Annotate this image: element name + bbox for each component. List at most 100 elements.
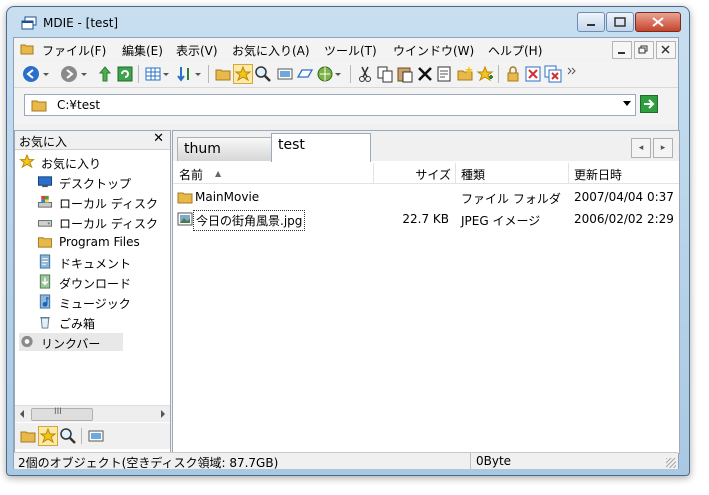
app-windows-icon: [21, 16, 37, 30]
toolbar-overflow-icon[interactable]: [566, 65, 578, 83]
back-icon[interactable]: [22, 65, 40, 83]
tree-item-label: お気に入り: [41, 157, 102, 171]
tree-item-label: ドキュメント: [59, 257, 132, 271]
new-folder-icon[interactable]: [456, 65, 474, 83]
sort-icon[interactable]: [176, 65, 194, 83]
gear-icon: [21, 335, 33, 348]
minimize-icon: [618, 52, 625, 54]
status-bar: 2個のオブジェクト(空きディスク領域: 87.7GB) 0Byte: [14, 452, 678, 470]
add-favorite-icon[interactable]: [476, 65, 494, 83]
menu-help[interactable]: ヘルプ(H): [488, 42, 542, 59]
table-row[interactable]: 今日の街角風景.jpg 22.7 KB JPEG イメージ 2006/02/02…: [173, 209, 679, 231]
folder-icon: [177, 192, 193, 204]
lock-icon[interactable]: [504, 65, 522, 83]
system-drive-icon: [37, 195, 53, 208]
file-size: 22.7 KB: [402, 212, 449, 226]
maximize-button[interactable]: [606, 12, 634, 32]
tree-item-label: ごみ箱: [59, 317, 96, 331]
folder-tree-icon[interactable]: [19, 427, 37, 445]
tree-item-link-bar[interactable]: リンクバー: [19, 333, 123, 351]
search-icon[interactable]: [254, 65, 272, 83]
close-icon: [661, 45, 670, 54]
thumbnail-icon[interactable]: [87, 427, 105, 445]
music-icon: [39, 294, 51, 309]
column-name-label: 名前: [179, 168, 204, 182]
tab-scroll-right-button[interactable]: ▸: [653, 138, 673, 158]
tab-test[interactable]: test: [271, 133, 371, 162]
file-modified: 2007/04/04 0:37: [574, 190, 674, 204]
mdi-close-button[interactable]: [656, 41, 676, 59]
address-dropdown-icon[interactable]: [623, 101, 631, 106]
menu-favorites[interactable]: お気に入り(A): [232, 42, 310, 59]
status-separator: [470, 453, 471, 469]
copy-icon[interactable]: [376, 65, 394, 83]
refresh-icon[interactable]: [116, 65, 134, 83]
web-dropdown-icon[interactable]: [334, 65, 342, 83]
column-modified[interactable]: 更新日時: [568, 163, 678, 183]
sort-ascending-icon: ▲: [215, 169, 222, 178]
file-name: 今日の街角風景.jpg: [193, 210, 306, 231]
close-tab-icon[interactable]: [524, 65, 542, 83]
folder-tree-icon[interactable]: [214, 65, 232, 83]
menu-edit[interactable]: 編集(E): [122, 42, 163, 59]
back-dropdown-icon[interactable]: [42, 65, 50, 83]
column-type-label: 種類: [461, 168, 486, 182]
web-icon[interactable]: [316, 65, 334, 83]
menu-window[interactable]: ウインドウ(W): [393, 42, 474, 59]
window-title: MDIE - [test]: [43, 16, 119, 30]
file-type: JPEG イメージ: [461, 214, 541, 228]
file-modified: 2006/02/02 2:29: [574, 212, 674, 226]
menu-view[interactable]: 表示(V): [176, 42, 218, 59]
up-folder-icon[interactable]: [96, 65, 114, 83]
close-icon: [652, 17, 664, 27]
scroll-left-icon[interactable]: [18, 409, 26, 419]
forward-dropdown-icon[interactable]: [80, 65, 88, 83]
status-object-count: 2個のオブジェクト(空きディスク領域: 87.7GB): [18, 456, 279, 470]
table-row[interactable]: MainMovie ファイル フォルダ 2007/04/04 0:37: [173, 187, 679, 207]
properties-icon[interactable]: [436, 65, 454, 83]
scrollbar-thumb[interactable]: III: [31, 407, 93, 421]
tab-thum[interactable]: thum: [177, 137, 275, 161]
scroll-right-icon[interactable]: [159, 409, 167, 419]
file-name: MainMovie: [195, 190, 260, 204]
paste-icon[interactable]: [396, 65, 414, 83]
mdi-minimize-button[interactable]: [612, 41, 632, 59]
favorites-pane-header: お気に入 ✕: [15, 131, 170, 150]
favorites-star-icon[interactable]: [38, 426, 58, 446]
close-button[interactable]: [635, 12, 681, 32]
resize-grip[interactable]: [666, 458, 676, 468]
column-name[interactable]: 名前 ▲: [173, 163, 374, 183]
column-size[interactable]: サイズ: [373, 163, 456, 183]
minimize-button[interactable]: [577, 12, 605, 32]
tree-item-label: ダウンロード: [59, 277, 132, 291]
pane-separator: [81, 428, 82, 444]
sort-dropdown-icon[interactable]: [194, 65, 202, 83]
toolbar-separator: [208, 65, 209, 83]
drive-icon: [37, 220, 53, 227]
menu-tools[interactable]: ツール(T): [324, 42, 377, 59]
thumbnail-icon[interactable]: [276, 65, 294, 83]
mdi-restore-button[interactable]: [634, 41, 654, 59]
address-input[interactable]: C:¥test: [24, 94, 636, 116]
toolbar-separator: [498, 65, 499, 83]
favorites-pane-close-button[interactable]: ✕: [153, 131, 164, 146]
view-dropdown-icon[interactable]: [162, 65, 170, 83]
favorites-horizontal-scrollbar[interactable]: III: [15, 405, 170, 422]
image-file-icon: [177, 212, 193, 226]
favorites-star-icon[interactable]: [233, 64, 253, 84]
forward-icon[interactable]: [60, 65, 78, 83]
favorites-pane-title: お気に入: [19, 135, 68, 149]
link-icon[interactable]: [296, 65, 314, 83]
downloads-icon: [39, 274, 51, 289]
scroll-grip-label: III: [54, 407, 62, 417]
column-type[interactable]: 種類: [455, 163, 569, 183]
delete-icon[interactable]: [416, 65, 434, 83]
title-bar[interactable]: MDIE - [test]: [7, 7, 689, 37]
go-arrow-icon[interactable]: [640, 95, 658, 113]
cut-icon[interactable]: [356, 65, 374, 83]
search-icon[interactable]: [59, 427, 77, 445]
close-all-tabs-icon[interactable]: [544, 65, 562, 83]
view-mode-icon[interactable]: [144, 65, 162, 83]
menu-file[interactable]: ファイル(F): [42, 42, 106, 59]
tab-scroll-left-button[interactable]: ◂: [631, 138, 651, 158]
